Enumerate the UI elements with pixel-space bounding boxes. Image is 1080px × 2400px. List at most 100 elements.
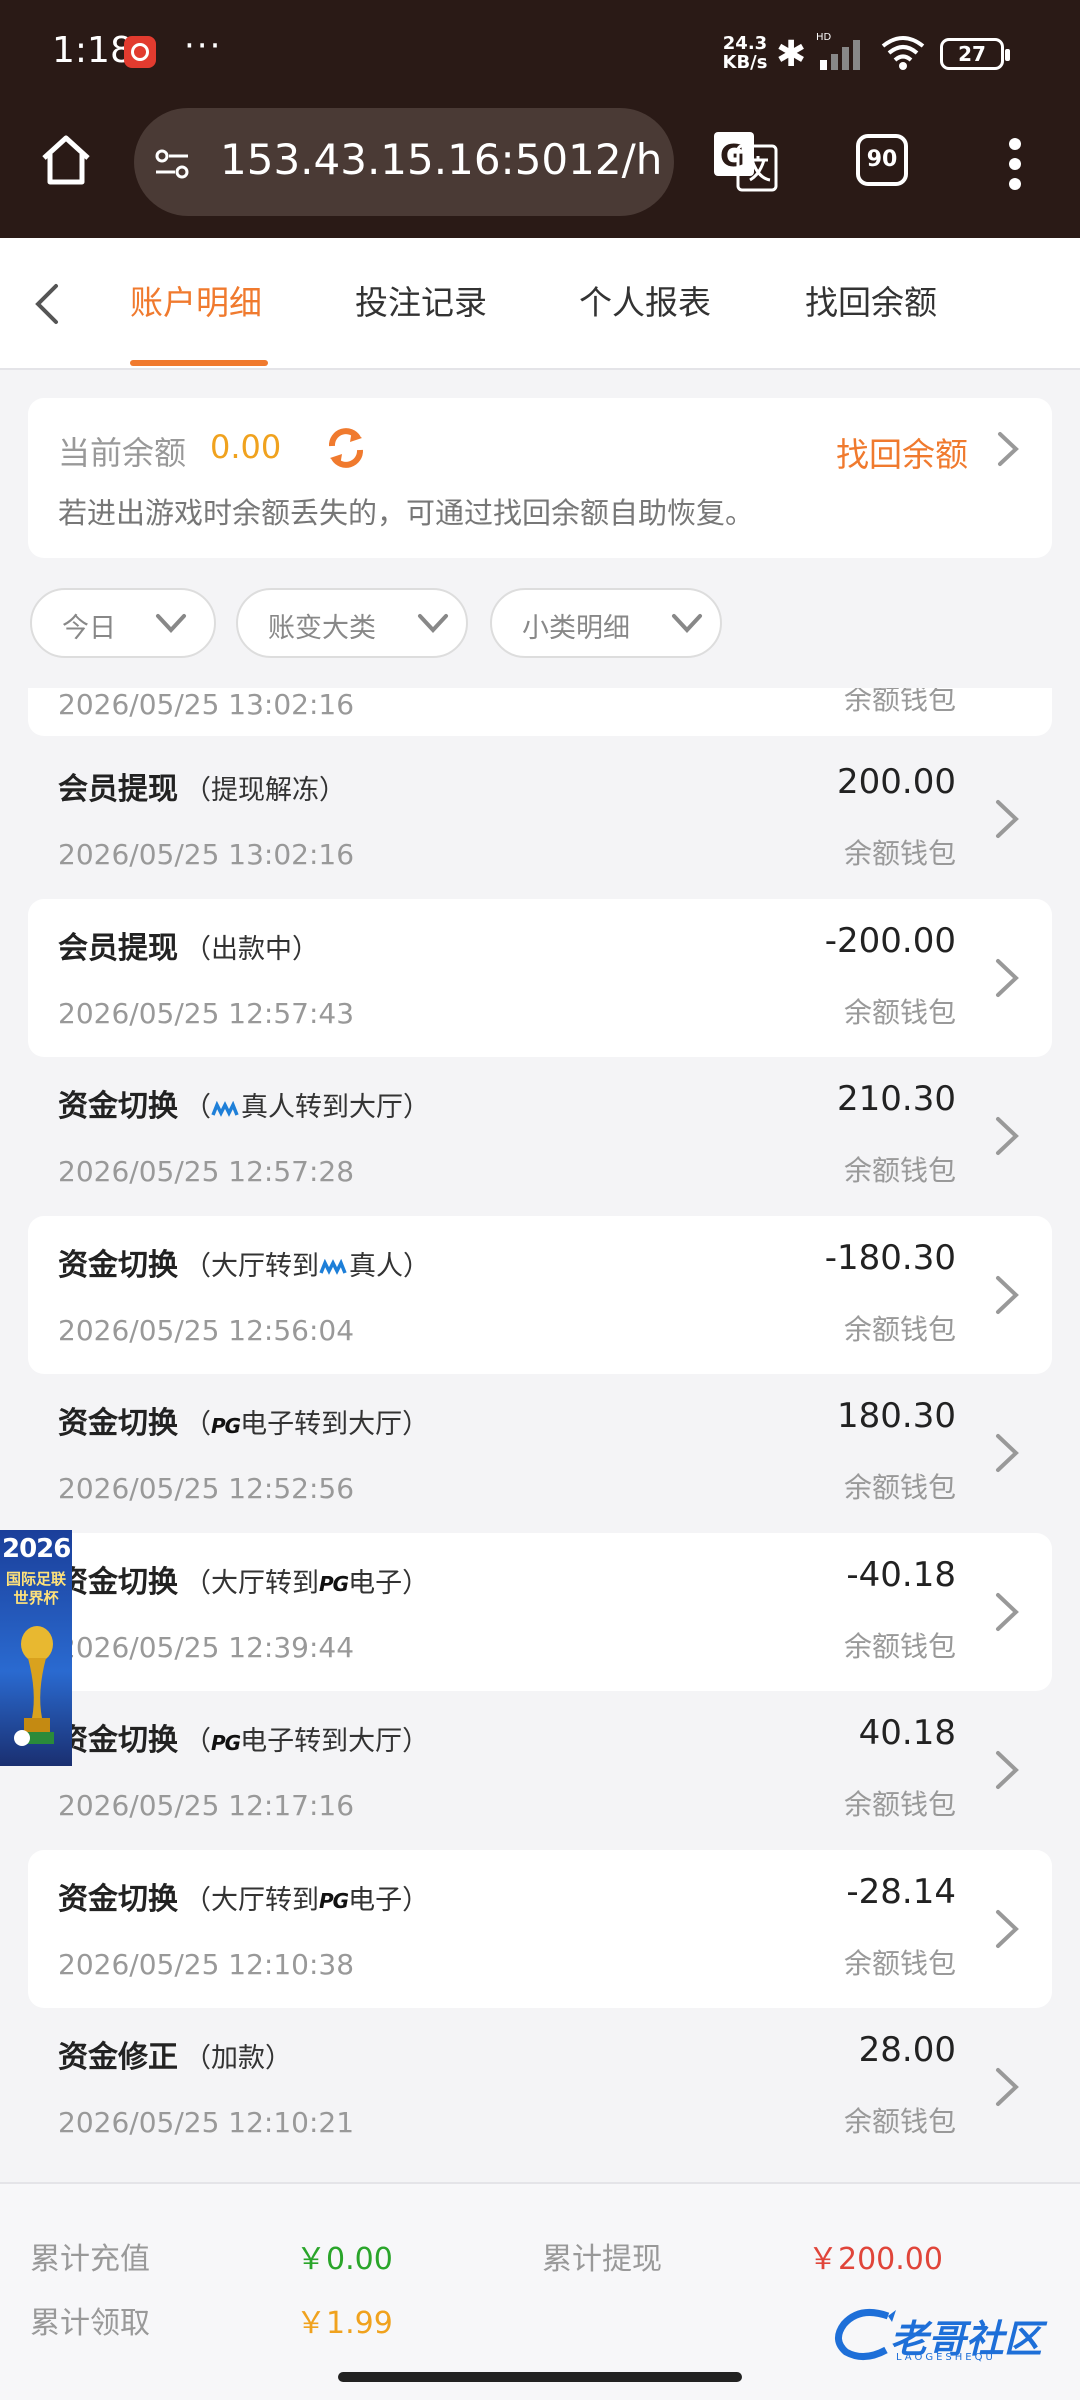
chevron-down-icon [418,614,448,633]
tab-switcher-button[interactable]: 90 [856,134,908,186]
record-type: 会员提现 [58,772,178,807]
transaction-row[interactable]: 资金切换（ 真人转到大厅） 2026/05/25 12:57:28 210.30 余额钱… [28,1057,1052,1215]
record-detail-prefix: （提现解冻） [184,775,346,806]
svg-text:HD: HD [816,32,832,43]
community-watermark: 老哥社区 LAOGESHEQU [830,2300,1070,2370]
home-icon[interactable] [36,130,96,190]
chevron-right-icon[interactable] [992,796,1022,842]
network-speed: 24.3 KB/s [720,34,770,72]
transaction-row[interactable]: 资金切换 （PG电子转到大厅） 2026/05/25 12:17:16 40.18 余额… [28,1691,1052,1849]
chevron-right-icon[interactable] [994,430,1022,468]
record-detail-suffix: 电子） [348,1567,430,1599]
active-tab-indicator [130,360,268,366]
chevron-down-icon [672,614,702,633]
chevron-right-icon[interactable] [992,1747,1022,1793]
record-date: 2026/05/25 13:02:16 [58,688,355,721]
transaction-row[interactable]: 资金切换 （大厅转到 真人） 2026/05/25 12:56:04 -180.30 余额… [28,1215,1052,1374]
record-title: 资金切换 （PG电子转到大厅） [58,1715,429,1759]
record-title: 资金切换 （PG电子转到大厅） [58,1398,429,1442]
tab-account-detail[interactable]: 账户明细 [130,276,262,324]
record-amount: -180.30 [824,1237,956,1278]
record-detail-prefix: （出款中） [184,933,319,965]
bluetooth-icon: ✱ [776,34,807,75]
chevron-right-icon[interactable] [992,1113,1022,1159]
tab-personal-report[interactable]: 个人报表 [579,276,711,324]
chevron-right-icon[interactable] [992,1906,1022,1952]
record-amount: 200.00 [837,762,956,802]
home-indicator[interactable] [338,2372,742,2382]
list-item-partial[interactable]: 2026/05/25 13:02:16 余额钱包 [28,688,1052,736]
record-detail: （大厅转到PG电子） [184,1568,429,1599]
filter-category[interactable]: 账变大类 [236,588,468,658]
total-recharge-label: 累计充值 [30,2242,150,2277]
url-text[interactable]: 153.43.15.16:5012/hom [220,135,660,184]
record-wallet: 余额钱包 [843,2105,956,2138]
svg-text:G: G [720,139,745,174]
pg-logo-icon: PG [211,1730,241,1755]
translate-icon[interactable]: G [712,130,778,192]
total-claim-label: 累计领取 [30,2306,150,2341]
browser-toolbar: 153.43.15.16:5012/hom G 90 [0,108,1080,238]
notification-app-icon [124,36,156,68]
back-arrow-icon[interactable] [28,280,68,328]
record-wallet: 余额钱包 [843,1788,956,1821]
record-date: 2026/05/25 12:17:16 [58,1789,355,1822]
record-title: 资金切换 （大厅转到PG电子） [58,1557,429,1601]
transaction-row[interactable]: 会员提现 （提现解冻） 2026/05/25 13:02:16 200.00 余额钱包 [28,740,1052,898]
transaction-row[interactable]: 资金切换 （PG电子转到大厅） 2026/05/25 12:52:56 180.30 余… [28,1374,1052,1532]
chevron-right-icon[interactable] [992,955,1022,1001]
record-date: 2026/05/25 12:56:04 [58,1313,355,1347]
record-amount: -28.14 [846,1871,956,1912]
record-title: 资金切换（ 真人转到大厅） [58,1081,430,1125]
transaction-row[interactable]: 资金切换 （大厅转到PG电子） 2026/05/25 12:39:44 -40.18 余… [28,1532,1052,1691]
chevron-right-icon[interactable] [992,1430,1022,1476]
filter-date[interactable]: 今日 [30,588,216,658]
speed-value: 24.3 [722,33,768,54]
record-date: 2026/05/25 12:10:21 [58,2106,355,2139]
record-type: 资金切换 [58,1406,178,1441]
address-bar[interactable]: 153.43.15.16:5012/hom [134,108,674,216]
recover-balance-link[interactable]: 找回余额 [836,428,968,476]
record-wallet: 余额钱包 [843,995,956,1029]
status-time: 1:18 [52,30,133,71]
record-title: 资金切换 （大厅转到 真人） [58,1240,430,1284]
record-detail-suffix: 电子） [348,1884,430,1916]
record-detail-prefix: （加款） [184,2043,292,2074]
chevron-right-icon[interactable] [992,1272,1022,1318]
balance-amount: 0.00 [210,428,282,466]
speed-unit: KB/s [722,52,768,73]
record-amount: 28.00 [858,2030,956,2070]
record-date: 2026/05/25 12:57:28 [58,1155,355,1188]
balance-card: 当前余额 0.00 找回余额 若进出游戏时余额丢失的，可通过找回余额自助恢复。 [28,398,1052,558]
ad-text: 国际足联 世界杯 [5,1570,66,1607]
world-cup-ad[interactable]: 2026 国际足联 世界杯 [0,1530,72,1766]
pg-logo-icon: PG [319,1572,349,1596]
filter-subcategory[interactable]: 小类明细 [490,588,722,658]
record-detail-prefix: （大厅转到 [184,1250,319,1282]
total-withdraw-label: 累计提现 [542,2242,662,2277]
record-type: 资金切换 [58,1247,178,1283]
record-detail: （大厅转到PG电子） [184,1885,429,1916]
refresh-icon[interactable] [322,424,370,472]
record-wallet: 余额钱包 [843,1471,956,1504]
tab-bet-records[interactable]: 投注记录 [355,276,487,324]
wifi-icon [881,36,925,70]
record-detail-suffix: 电子转到大厅） [240,1409,430,1440]
site-settings-icon[interactable] [152,144,192,184]
chevron-right-icon[interactable] [992,2064,1022,2110]
record-amount: -40.18 [846,1554,956,1595]
chevron-right-icon[interactable] [992,1589,1022,1635]
pg-logo-icon: PG [211,1413,241,1438]
tab-recover-balance[interactable]: 找回余额 [805,276,937,324]
trophy-icon [14,1626,54,1746]
balance-label: 当前余额 [58,434,187,472]
status-bar: 1:18 ··· 24.3 KB/s ✱ HD 27 [0,0,1080,108]
record-amount: 180.30 [837,1396,956,1436]
overflow-menu-icon[interactable] [1000,134,1030,194]
total-withdraw-value: ￥200.00 [808,2242,943,2277]
transaction-row[interactable]: 会员提现 （出款中） 2026/05/25 12:57:43 -200.00 余额钱包 [28,898,1052,1057]
transaction-row[interactable]: 资金切换 （大厅转到PG电子） 2026/05/25 12:10:38 -28.14 余… [28,1849,1052,2008]
chevron-down-icon [156,614,186,633]
record-type: 资金切换 [58,1564,178,1600]
transaction-row[interactable]: 资金修正 （加款） 2026/05/25 12:10:21 28.00 余额钱包 [28,2008,1052,2166]
